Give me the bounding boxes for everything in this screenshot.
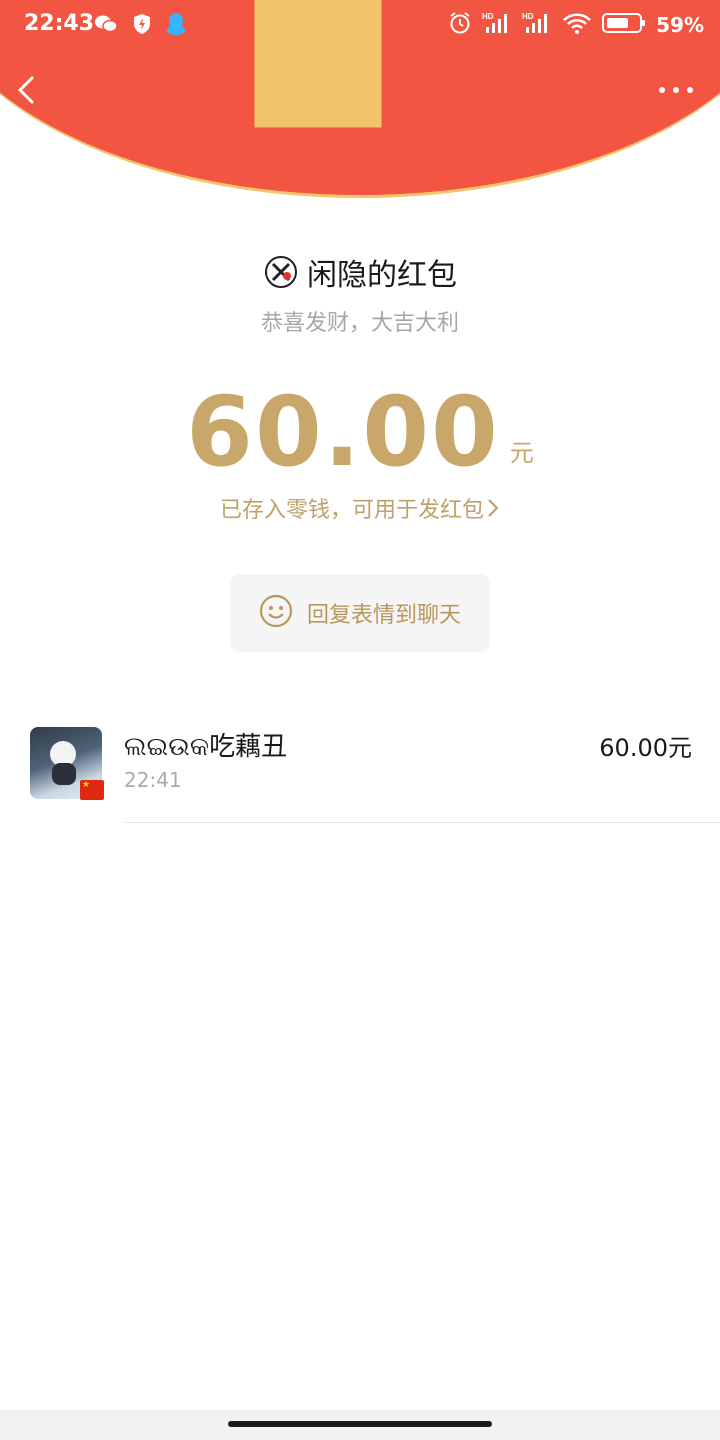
svg-text:HD: HD — [482, 12, 494, 21]
received-amount: 60.00 — [186, 376, 500, 488]
amount-unit: 元 — [509, 439, 534, 467]
system-nav-bar — [0, 1410, 720, 1440]
receiver-list-item[interactable]: ★ ଲଇଉକ吃藕丑 22:41 60.00元 — [0, 700, 720, 824]
status-right-icons: HD HD 59% — [448, 11, 704, 39]
status-time: 22:43 — [24, 11, 95, 36]
status-left-icons — [94, 12, 186, 40]
red-packet-detail-page: 22:43 HD HD 59% 闲隐的红包 恭喜发财，大吉大利 60.00 元 … — [0, 0, 720, 1440]
svg-text:HD: HD — [522, 12, 534, 21]
home-indicator[interactable] — [228, 1421, 492, 1427]
battery-percent: 59% — [656, 13, 704, 37]
sender-avatar[interactable] — [263, 254, 299, 290]
saved-link-label: 已存入零钱，可用于发红包 — [219, 498, 484, 523]
battery-icon — [602, 12, 646, 38]
china-flag-icon: ★ — [80, 780, 104, 800]
signal-hd-icon: HD — [482, 11, 512, 39]
smiley-icon — [259, 594, 293, 632]
alarm-icon — [448, 11, 472, 39]
sender-title: 闲隐的红包 — [307, 258, 457, 293]
shield-icon — [132, 13, 152, 39]
receiver-name: ଲଇଉକ吃藕丑 — [124, 732, 288, 762]
sender-row: 闲隐的红包 — [0, 250, 720, 294]
greeting-text: 恭喜发财，大吉大利 — [260, 311, 459, 336]
more-dots-icon — [659, 87, 693, 93]
more-options-button[interactable] — [656, 76, 696, 104]
back-button[interactable] — [10, 70, 50, 110]
receiver-amount: 60.00元 — [599, 734, 692, 762]
amount-row: 60.00 元 — [0, 380, 720, 480]
wifi-icon — [562, 11, 592, 39]
divider — [124, 822, 720, 823]
receiver-time: 22:41 — [124, 768, 182, 792]
reply-sticker-label: 回复表情到聊天 — [306, 603, 461, 628]
chevron-left-icon — [18, 76, 34, 104]
reply-sticker-button[interactable]: 回复表情到聊天 — [230, 574, 490, 652]
dog-body — [52, 763, 76, 785]
status-bar: 22:43 HD HD 59% — [0, 0, 720, 52]
saved-to-balance-link[interactable]: 已存入零钱，可用于发红包 — [0, 492, 720, 525]
chevron-right-icon — [486, 497, 500, 525]
signal-hd-icon: HD — [522, 11, 552, 39]
wechat-icon — [94, 14, 118, 38]
qq-icon — [166, 12, 186, 40]
